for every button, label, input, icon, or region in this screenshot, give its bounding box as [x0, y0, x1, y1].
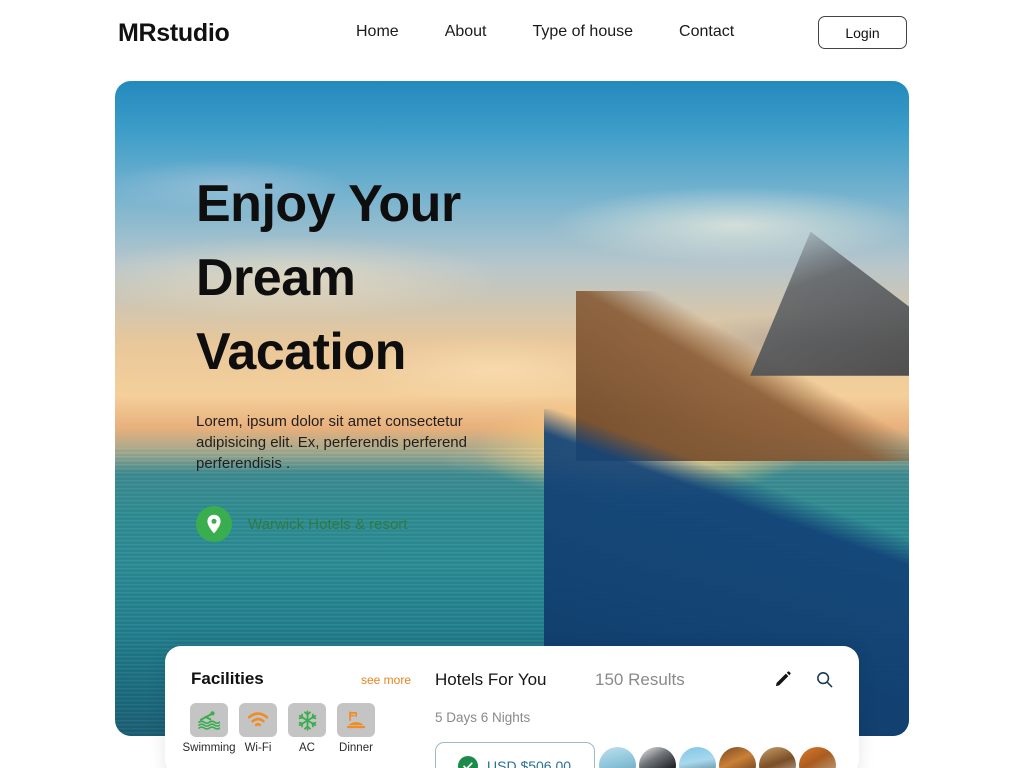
snowflake-icon [288, 703, 326, 737]
brand-logo[interactable]: MRstudio [118, 19, 230, 48]
nav-link-type-of-house[interactable]: Type of house [533, 22, 634, 42]
facility-label-wifi: Wi-Fi [244, 742, 272, 754]
top-navbar: MRstudio Home About Type of house Contac… [0, 0, 1024, 64]
facilities-title: Facilities [191, 669, 264, 688]
hotel-thumb-4[interactable] [719, 747, 756, 768]
hotels-actions [771, 668, 835, 690]
search-results-card: Facilities see more Swimming Wi-Fi AC Di… [165, 646, 859, 768]
hotels-title: Hotels For You [435, 670, 547, 689]
hotel-thumb-1[interactable] [599, 747, 636, 768]
nav-link-contact[interactable]: Contact [679, 22, 734, 42]
main-navigation: Home About Type of house Contact [356, 22, 734, 42]
hotel-thumb-6[interactable] [799, 747, 836, 768]
hero-content: Enjoy Your Dream Vacation Lorem, ipsum d… [196, 167, 526, 542]
search-icon[interactable] [813, 668, 835, 690]
facilities-header: Facilities see more [191, 669, 411, 689]
hotels-duration: 5 Days 6 Nights [435, 710, 531, 725]
hero-title-line-3: Vacation [196, 323, 406, 381]
facility-item-ac[interactable]: AC [288, 703, 326, 754]
hotel-thumbnail-list [599, 747, 836, 768]
price-label: USD $506.00 [487, 758, 572, 768]
wifi-icon [239, 703, 277, 737]
dinner-icon [337, 703, 375, 737]
nav-link-home[interactable]: Home [356, 22, 399, 42]
facility-item-dinner[interactable]: Dinner [337, 703, 375, 754]
swimming-icon [190, 703, 228, 737]
landing-page: MRstudio Home About Type of house Contac… [0, 0, 1024, 768]
hero-title-line-1: Enjoy Your [196, 175, 461, 233]
pencil-icon[interactable] [771, 668, 793, 690]
check-circle-icon [458, 756, 478, 768]
facility-item-wifi[interactable]: Wi-Fi [239, 703, 277, 754]
hotels-header: Hotels For You 150 Results [435, 670, 685, 690]
hero-location[interactable]: Warwick Hotels & resort [196, 506, 526, 542]
login-button[interactable]: Login [818, 16, 907, 49]
price-card[interactable]: USD $506.00 [435, 742, 595, 768]
location-pin-icon [196, 506, 232, 542]
hotel-thumb-3[interactable] [679, 747, 716, 768]
hero-subtitle: Lorem, ipsum dolor sit amet consectetur … [196, 413, 467, 472]
hero-location-label: Warwick Hotels & resort [248, 515, 408, 533]
facilities-list: Swimming Wi-Fi AC Dinner [182, 703, 375, 754]
hotel-thumb-5[interactable] [759, 747, 796, 768]
hotels-results-count: 150 Results [595, 670, 685, 689]
facility-label-dinner: Dinner [339, 742, 373, 754]
facility-label-swimming: Swimming [182, 742, 236, 754]
nav-link-about[interactable]: About [445, 22, 487, 42]
facilities-see-more-link[interactable]: see more [361, 673, 411, 687]
hero-title: Enjoy Your Dream Vacation [196, 167, 526, 389]
hotel-thumb-2[interactable] [639, 747, 676, 768]
facility-label-ac: AC [299, 742, 315, 754]
facility-item-swimming[interactable]: Swimming [182, 703, 236, 754]
hero-banner: Enjoy Your Dream Vacation Lorem, ipsum d… [115, 81, 909, 736]
hero-title-line-2: Dream [196, 249, 356, 307]
